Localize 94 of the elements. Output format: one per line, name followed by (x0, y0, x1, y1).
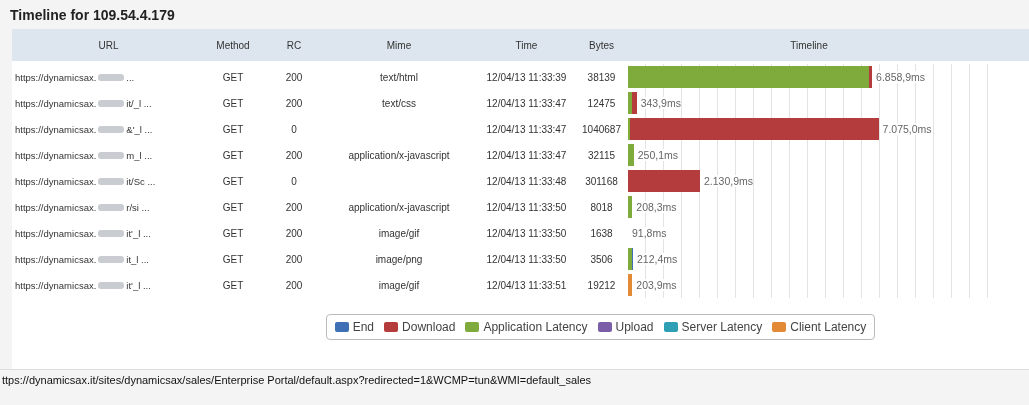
url-text: it'_l ... (126, 227, 151, 239)
redaction-blur (98, 177, 125, 185)
table-cell-text: 32115 (586, 149, 617, 161)
redaction-blur (98, 125, 125, 133)
table-cell: text/css (382, 97, 416, 109)
url-text: https://dynamicsax. (15, 97, 97, 109)
table-cell-text: GET (221, 227, 245, 239)
legend-label: Server Latency (681, 320, 763, 334)
table-cell-text: GET (221, 71, 245, 83)
redaction-blur (98, 151, 125, 159)
url-text: ... (126, 71, 135, 83)
status-url: ttps://dynamicsax.it/sites/dynamicsax/sales/Enterprise Portal/default.aspx?redirected=1&WCMP=tun&WMI=default_sales (2, 374, 592, 386)
table-cell: application/x-javascript (348, 201, 450, 213)
table-cell-text: 38139 (586, 71, 617, 83)
table-cell-text: 12475 (586, 97, 617, 109)
table-cell-text: GET (221, 201, 245, 213)
column-header: URL (97, 39, 120, 51)
table-cell-text: 12/04/13 11:33:50 (485, 253, 568, 265)
redaction-blur (98, 203, 125, 211)
table-cell-text: 19212 (586, 279, 617, 291)
table-cell-text: 0 (290, 123, 298, 135)
table-cell-text: 200 (284, 253, 304, 265)
table-cell-text: GET (221, 149, 245, 161)
table-cell-text: 200 (284, 279, 304, 291)
table-cell-text: 200 (284, 71, 304, 83)
legend-label: Download (402, 320, 456, 334)
table-cell-text: GET (221, 123, 245, 135)
legend-label: Upload (615, 320, 654, 334)
duration-label: 91,8ms (632, 227, 667, 239)
table-cell-text: 3506 (589, 253, 614, 265)
legend-label: End (352, 320, 375, 334)
table-cell-text: 12/04/13 11:33:50 (485, 227, 568, 239)
url-text: https://dynamicsax. (15, 201, 97, 213)
table-cell: image/gif (378, 227, 420, 239)
url-text: https://dynamicsax. (15, 279, 97, 291)
duration-label: 208,3ms (636, 201, 677, 213)
redaction-blur (98, 255, 125, 263)
table-cell: text/html (380, 71, 418, 83)
url-text: it'_l ... (126, 279, 151, 291)
column-header: Time (514, 39, 539, 51)
redaction-blur (98, 73, 125, 81)
url-text: it/_l ... (126, 97, 152, 109)
table-cell-text: 200 (284, 201, 304, 213)
table-cell-text: 12/04/13 11:33:51 (485, 279, 568, 291)
duration-label: 6.858,9ms (876, 71, 926, 83)
table-cell-text: 12/04/13 11:33:47 (485, 123, 568, 135)
redaction-blur (98, 229, 125, 237)
table-cell-text: GET (221, 175, 245, 187)
table-cell-text: GET (221, 253, 245, 265)
duration-label: 203,9ms (636, 279, 677, 291)
redaction-blur (98, 99, 125, 107)
table-cell-text: 1638 (589, 227, 614, 239)
page-title: Timeline for 109.54.4.179 (9, 6, 176, 24)
table-cell-text: 200 (284, 227, 304, 239)
duration-label: 250,1ms (637, 149, 679, 161)
column-header: Timeline (789, 39, 829, 51)
table-cell-text: GET (221, 279, 245, 291)
url-text: https://dynamicsax. (15, 123, 97, 135)
redaction-blur (98, 281, 125, 289)
url-text: m_l ... (126, 149, 153, 161)
url-text: https://dynamicsax. (15, 175, 97, 187)
table-cell: image/png (375, 253, 423, 265)
duration-label: 212,4ms (637, 253, 678, 265)
legend-label: Client Latency (790, 320, 867, 334)
url-text: https://dynamicsax. (15, 149, 97, 161)
column-header: Mime (385, 39, 413, 51)
table-cell-text: 12/04/13 11:33:48 (485, 175, 568, 187)
duration-label: 343,9ms (640, 97, 681, 109)
table-cell-text: 301168 (584, 175, 619, 187)
duration-label: 7.075,0ms (882, 123, 932, 135)
table-cell-text: 200 (284, 149, 304, 161)
column-header: Bytes (588, 39, 615, 51)
url-text: it/Sc ... (126, 175, 156, 187)
table-cell-text: GET (221, 97, 245, 109)
table-cell: application/x-javascript (348, 149, 450, 161)
table-cell-text: 200 (284, 97, 304, 109)
legend-label: Application Latency (483, 320, 588, 334)
table-cell-text: 12/04/13 11:33:47 (485, 97, 568, 109)
table-cell-text: 12/04/13 11:33:47 (485, 149, 568, 161)
column-header: Method (215, 39, 251, 51)
url-text: https://dynamicsax. (15, 253, 97, 265)
url-text: it_l ... (126, 253, 149, 265)
duration-label: 2.130,9ms (704, 175, 754, 187)
table-cell-text: 12/04/13 11:33:50 (485, 201, 568, 213)
url-text: https://dynamicsax. (15, 227, 97, 239)
table-cell-text: 8018 (589, 201, 614, 213)
url-text: https://dynamicsax. (15, 71, 97, 83)
url-text: &'_l ... (126, 123, 153, 135)
table-cell-text: 0 (290, 175, 298, 187)
table-cell: image/gif (378, 279, 420, 291)
table-cell-text: 12/04/13 11:33:39 (485, 71, 568, 83)
column-header: RC (285, 39, 303, 51)
table-cell-text: 1040687 (581, 123, 622, 135)
url-text: r/si ... (126, 201, 150, 213)
